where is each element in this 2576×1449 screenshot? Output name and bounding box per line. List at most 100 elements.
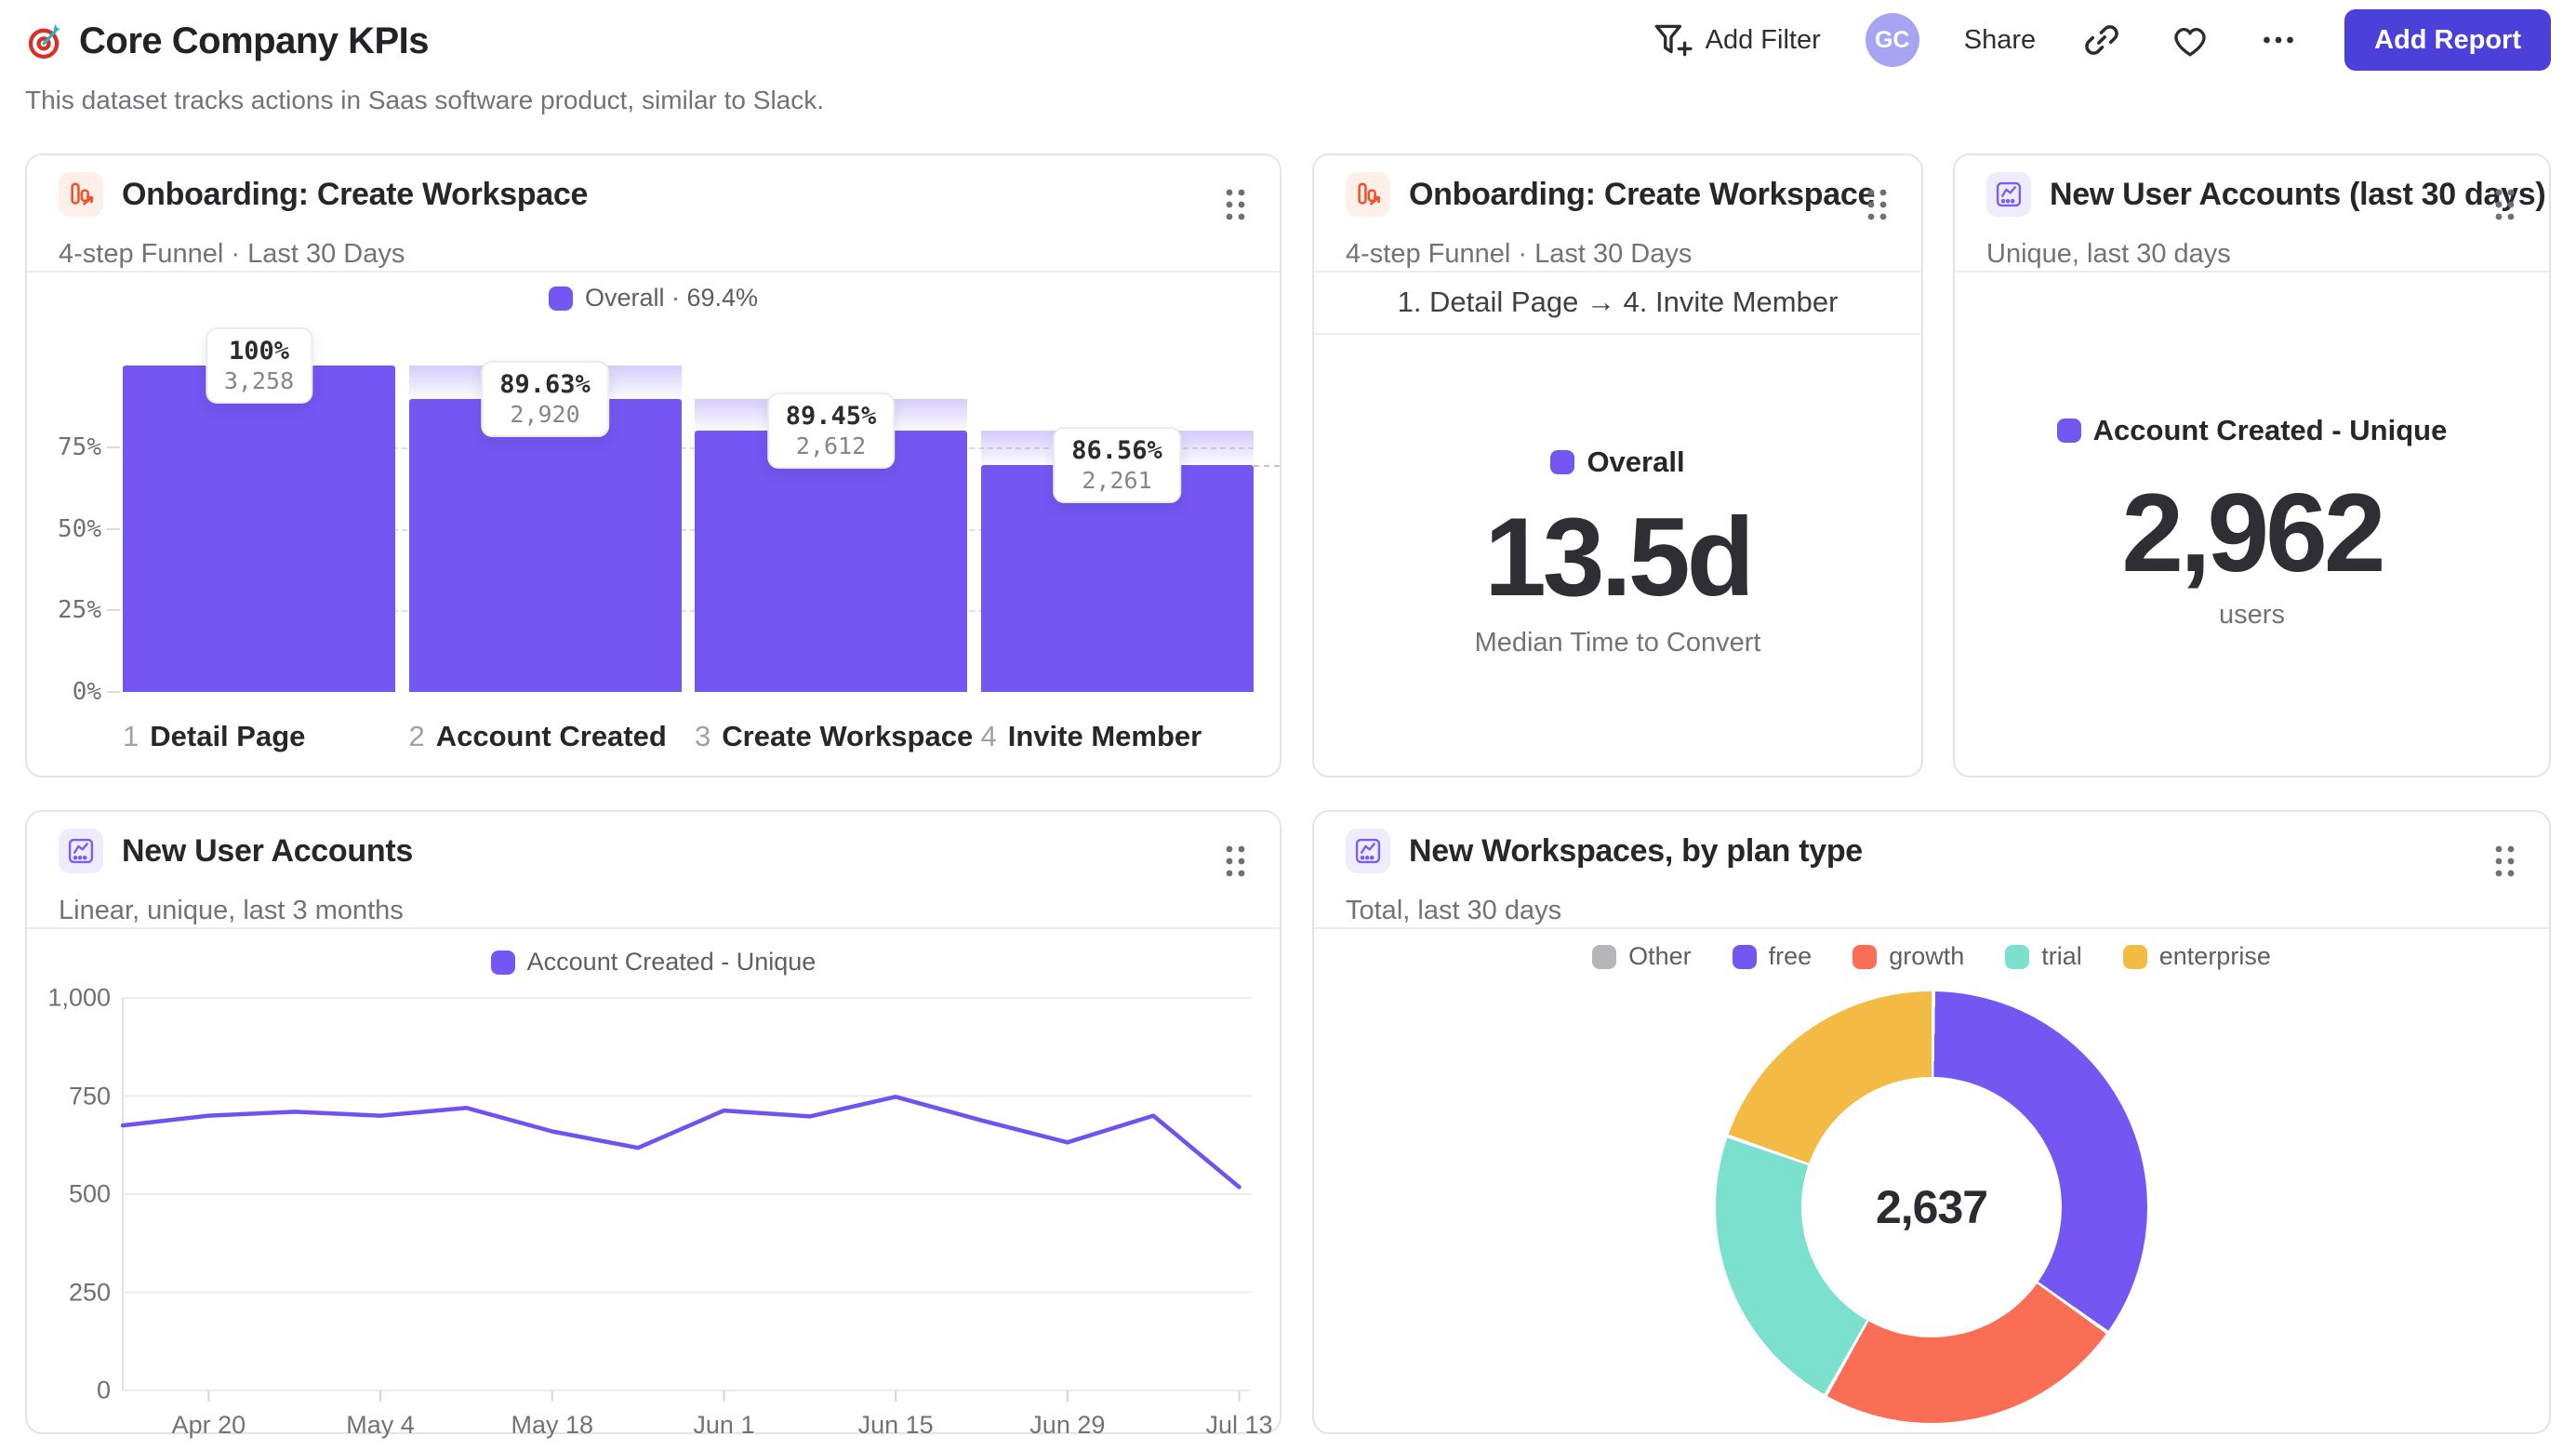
funnel-count-label: 2,612 [795,432,867,459]
divider [1314,927,2549,929]
funnel-step-label: 3 Create Workspace [695,720,973,753]
funnel-report-icon [1346,172,1390,217]
y-axis-tick [107,691,120,693]
y-axis-tick [107,445,120,448]
x-axis-tick-label: May 18 [511,1411,594,1439]
x-axis-tick-label: Jul 13 [1205,1411,1273,1439]
funnel-value-tooltip: 100% 3,258 [205,327,313,404]
step-name: Detail Page [150,720,306,752]
step-index: 2 [408,720,425,752]
more-menu-icon[interactable] [2257,19,2300,61]
line-series[interactable] [120,1095,1242,1190]
y-axis-tick [107,527,120,530]
step-name: Invite Member [1007,720,1202,752]
x-axis-tick-label: Apr 20 [171,1411,246,1439]
favorite-heart-icon[interactable] [2168,18,2212,62]
funnel-pct-label: 100% [228,337,290,366]
overall-conversion-line [1253,465,1280,468]
x-axis-tick-label: Jun 15 [857,1411,934,1439]
y-axis-tick-label: 250 [68,1278,111,1306]
toolbar: Add Filter GC Share Add Report [1650,7,2551,73]
y-axis-tick [107,609,120,612]
drag-handle-icon[interactable] [1866,187,1890,227]
chart-legend: Other free growth trial enterprise [1314,942,2549,971]
legend-item-overall[interactable]: Overall [1550,445,1685,479]
funnel-value-tooltip: 86.56% 2,261 [1053,427,1181,504]
y-axis-tick-label: 25% [58,596,101,625]
add-filter-label: Add Filter [1705,24,1821,55]
funnel-step-label: 4 Invite Member [981,720,1202,753]
funnel-count-label: 2,261 [1082,467,1152,495]
funnel-bar[interactable] [408,399,682,692]
page-header: Core Company KPIs This dataset tracks ac… [25,0,2551,140]
card-new-user-accounts-line: New User Accounts Linear, unique, last 3… [25,810,1281,1440]
metric-value: 13.5d [1484,495,1755,619]
funnel-bar-chart: 0% 25% 50% 75% 100% 3,258 1 Detail Page 89.63% 2,… [27,155,1280,776]
card-subtitle: Total, last 30 days [1346,896,1562,925]
funnel-step-label: 1 Detail Page [123,720,305,753]
legend-item-enterprise[interactable]: enterprise [2122,942,2271,971]
avatar[interactable]: GC [1865,13,1919,67]
page-title: Core Company KPIs [79,20,430,61]
card-new-user-accounts-30d: New User Accounts (last 30 days) Unique,… [1953,153,2551,778]
funnel-count-label: 2,920 [510,401,580,429]
card-title: Onboarding: Create Workspace [1409,176,1876,212]
divider [1955,271,2549,273]
legend-label: free [1768,942,1812,970]
legend-label: growth [1889,942,1965,970]
metric-value: 2,962 [2121,471,2385,595]
x-axis-tick-label: May 4 [346,1411,415,1439]
card-title: New User Accounts (last 30 days) [2050,176,2546,212]
target-icon [25,22,64,61]
legend-swatch [1550,450,1575,474]
funnel-pct-label: 86.56% [1071,436,1162,466]
legend-item-growth[interactable]: growth [1852,942,1964,971]
donut-center-value: 2,637 [1875,1181,1988,1233]
step-index: 3 [695,720,711,752]
funnel-pct-label: 89.45% [785,401,877,431]
funnel-value-tooltip: 89.63% 2,920 [481,361,609,438]
funnel-pct-label: 89.63% [499,370,591,400]
card-subtitle: Unique, last 30 days [1986,239,2231,269]
metric-caption: Median Time to Convert [1474,628,1761,658]
chart-legend: Account Created - Unique [1955,414,2549,447]
legend-swatch [1592,944,1617,969]
legend-swatch [2122,944,2147,969]
legend-item-account-created[interactable]: Account Created - Unique [2056,414,2447,447]
step-index: 4 [980,720,997,752]
copy-link-icon[interactable] [2080,19,2123,61]
funnel-count-label: 3,258 [223,367,295,394]
divider [1314,333,1921,335]
y-axis-tick-label: 500 [68,1179,111,1208]
share-label: Share [1963,24,2037,55]
metric-caption: users [2219,600,2285,630]
y-axis-tick-label: 750 [68,1082,111,1110]
filter-plus-icon [1650,19,1693,61]
share-button[interactable]: Share [1964,25,2036,56]
legend-item-free[interactable]: free [1732,942,1812,971]
legend-swatch [1852,944,1878,969]
step-index: 1 [123,720,139,752]
insights-report-icon [1986,172,2031,217]
card-onboarding-funnel: Onboarding: Create Workspace 4-step Funn… [25,153,1281,778]
funnel-value-tooltip: 89.45% 2,612 [766,392,896,469]
y-axis-tick-label: 1,000 [47,983,111,1012]
drag-handle-icon[interactable] [2493,844,2517,884]
card-median-time-to-convert: Onboarding: Create Workspace 4-step Funn… [1312,153,1923,778]
legend-item-other[interactable]: Other [1592,942,1692,971]
card-new-workspaces-donut: New Workspaces, by plan type Total, last… [1312,810,2551,1434]
y-axis-tick-label: 75% [58,432,101,461]
legend-item-trial[interactable]: trial [2005,942,2082,971]
drag-handle-icon[interactable] [2493,187,2517,227]
line-chart: 0 250 500 750 1,000 Apr 20 May 4 May 18 Jun 1 Jun… [27,812,1280,1440]
funnel-bar[interactable] [123,366,395,692]
y-axis-tick-label: 50% [58,514,101,543]
legend-label: Overall [1587,445,1685,478]
funnel-bar[interactable] [695,430,967,692]
add-filter-button[interactable]: Add Filter [1650,19,1821,61]
y-axis-tick-label: 0% [72,678,101,706]
add-report-button[interactable]: Add Report [2344,9,2551,71]
page-subtitle: This dataset tracks actions in Saas soft… [25,86,825,114]
funnel-step-range: 1. Detail Page → 4. Invite Member [1397,285,1839,318]
card-subtitle: 4-step Funnel · Last 30 Days [1346,239,1693,269]
